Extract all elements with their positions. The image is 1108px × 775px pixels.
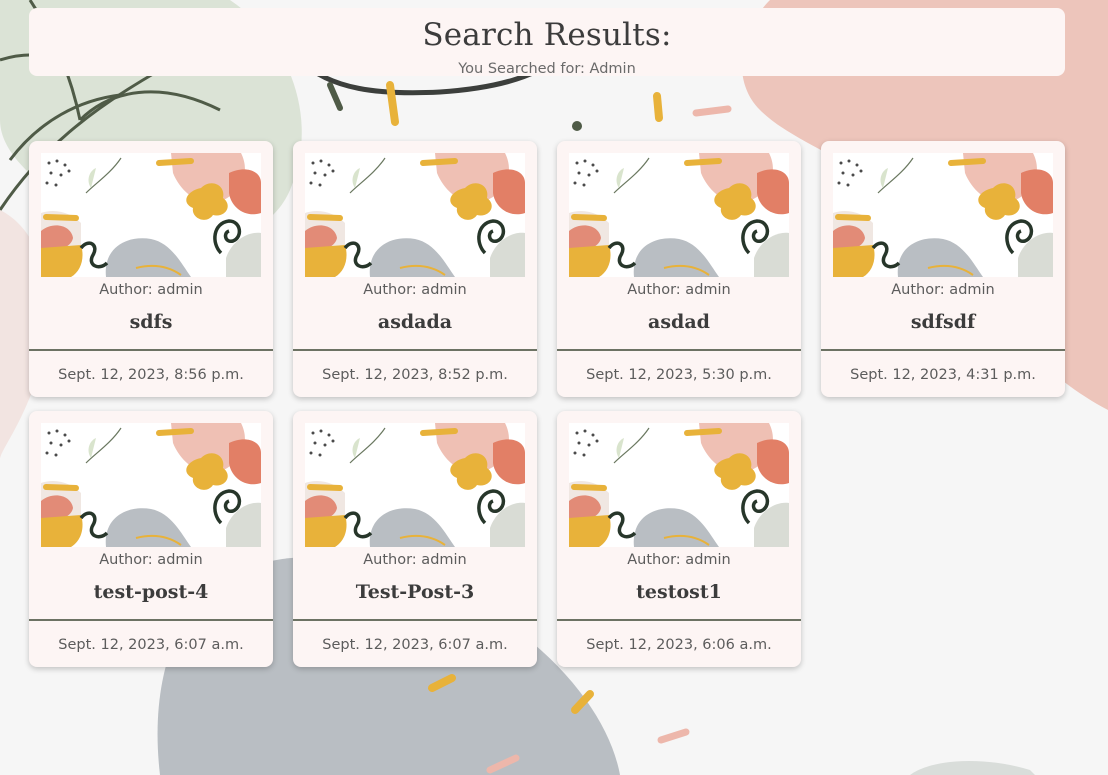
post-card[interactable]: Author: admin sdfs Sept. 12, 2023, 8:56 p.…	[29, 141, 273, 397]
post-card[interactable]: Author: admin Test-Post-3 Sept. 12, 2023, …	[293, 411, 537, 667]
post-author: Author: admin	[627, 552, 731, 568]
post-card[interactable]: Author: admin asdada Sept. 12, 2023, 8:52 …	[293, 141, 537, 397]
post-title[interactable]: asdad	[557, 311, 801, 333]
post-thumbnail[interactable]	[569, 153, 789, 277]
post-card[interactable]: Author: admin testost1 Sept. 12, 2023, 6:0…	[557, 411, 801, 667]
post-date: Sept. 12, 2023, 8:56 p.m.	[58, 367, 244, 383]
card-divider	[29, 619, 273, 621]
post-title[interactable]: testost1	[557, 581, 801, 603]
post-date: Sept. 12, 2023, 6:06 a.m.	[586, 637, 772, 653]
post-author: Author: admin	[99, 552, 203, 568]
post-card[interactable]: Author: admin sdfsdf Sept. 12, 2023, 4:31 …	[821, 141, 1065, 397]
post-thumbnail[interactable]	[569, 423, 789, 547]
post-author: Author: admin	[363, 282, 467, 298]
card-divider	[821, 349, 1065, 351]
post-thumbnail[interactable]	[41, 153, 261, 277]
post-author: Author: admin	[363, 552, 467, 568]
search-query-text: You Searched for: Admin	[458, 61, 636, 77]
post-date: Sept. 12, 2023, 6:07 a.m.	[58, 637, 244, 653]
card-divider	[557, 349, 801, 351]
post-card[interactable]: Author: admin asdad Sept. 12, 2023, 5:30 p…	[557, 141, 801, 397]
post-author: Author: admin	[891, 282, 995, 298]
post-title[interactable]: Test-Post-3	[293, 581, 537, 603]
post-title[interactable]: sdfsdf	[821, 311, 1065, 333]
page-title: Search Results:	[422, 17, 672, 53]
card-divider	[557, 619, 801, 621]
post-card[interactable]: Author: admin test-post-4 Sept. 12, 2023, …	[29, 411, 273, 667]
post-title[interactable]: sdfs	[29, 311, 273, 333]
card-divider	[29, 349, 273, 351]
post-author: Author: admin	[99, 282, 203, 298]
post-date: Sept. 12, 2023, 8:52 p.m.	[322, 367, 508, 383]
post-title[interactable]: asdada	[293, 311, 537, 333]
card-divider	[293, 619, 537, 621]
post-thumbnail[interactable]	[305, 153, 525, 277]
post-date: Sept. 12, 2023, 6:07 a.m.	[322, 637, 508, 653]
post-date: Sept. 12, 2023, 4:31 p.m.	[850, 367, 1036, 383]
search-header: Search Results: You Searched for: Admin	[29, 8, 1065, 77]
post-date: Sept. 12, 2023, 5:30 p.m.	[586, 367, 772, 383]
card-divider	[293, 349, 537, 351]
post-thumbnail[interactable]	[833, 153, 1053, 277]
post-thumbnail[interactable]	[305, 423, 525, 547]
post-title[interactable]: test-post-4	[29, 581, 273, 603]
post-thumbnail[interactable]	[41, 423, 261, 547]
post-author: Author: admin	[627, 282, 731, 298]
